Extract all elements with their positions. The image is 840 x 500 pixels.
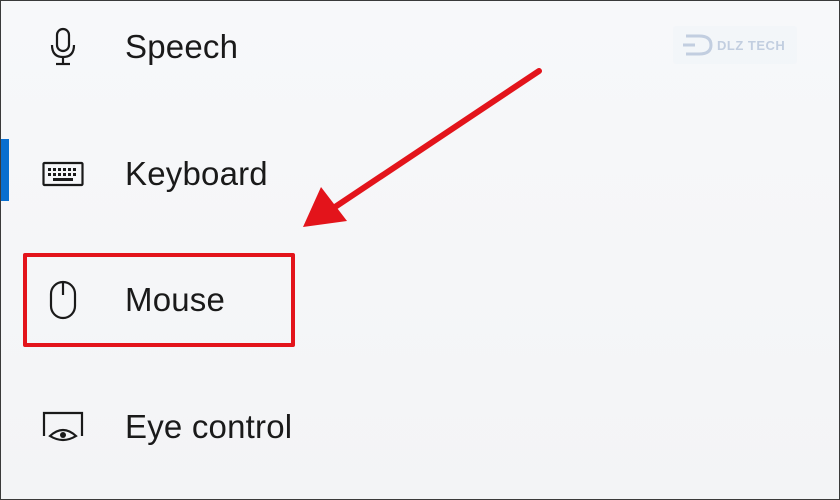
mouse-icon — [41, 278, 85, 322]
microphone-icon — [41, 25, 85, 69]
nav-item-speech[interactable]: Speech — [1, 7, 421, 87]
settings-window: DLZ TECH Speech Keyboard Mouse Eye contr… — [0, 0, 840, 500]
eye-control-icon — [41, 405, 85, 449]
nav-item-label: Eye control — [125, 408, 293, 445]
dlz-logo-icon — [683, 34, 713, 56]
watermark: DLZ TECH — [673, 26, 797, 64]
nav-item-keyboard[interactable]: Keyboard — [1, 134, 421, 214]
keyboard-icon — [41, 152, 85, 196]
nav-item-mouse[interactable]: Mouse — [1, 260, 421, 340]
nav-item-eye-control[interactable]: Eye control — [1, 387, 421, 467]
nav-item-label: Mouse — [125, 281, 226, 318]
watermark-text: DLZ TECH — [717, 37, 786, 53]
nav-item-label: Speech — [125, 28, 239, 65]
nav-item-label: Keyboard — [125, 155, 268, 192]
